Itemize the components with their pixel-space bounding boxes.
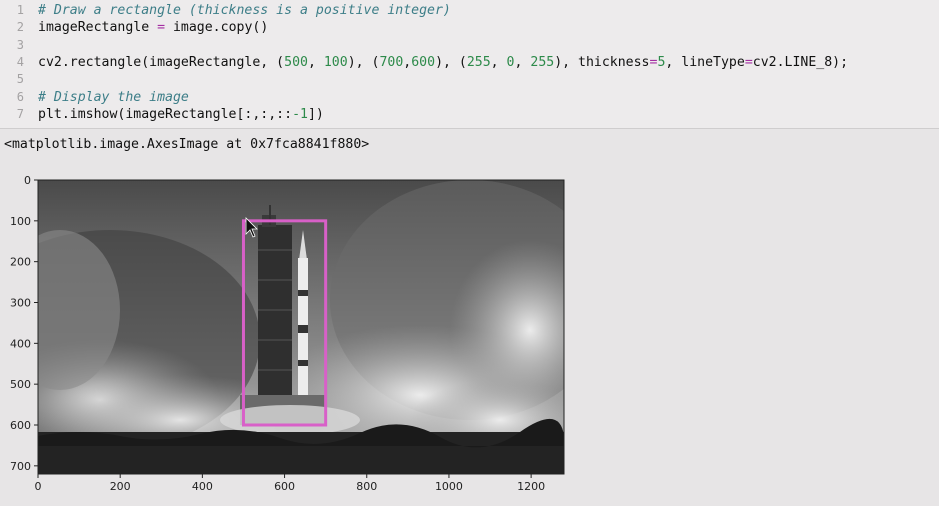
code-text: plt.imshow(imageRectangle[:,:,::-1]) [38, 106, 324, 123]
code-token: 0 [506, 54, 515, 70]
output-text: <matplotlib.image.AxesImage at 0x7fca884… [4, 137, 370, 152]
code-token: # Draw a rectangle (thickness is a posit… [38, 3, 451, 18]
rocket-launch-image [38, 180, 564, 474]
line-number: 5 [16, 72, 24, 87]
line-number: 6 [16, 89, 24, 104]
y-tick-label: 500 [10, 378, 31, 391]
code-token: cv2.LINE_8); [752, 54, 849, 70]
line-number: 3 [16, 37, 24, 52]
code-token: = [157, 20, 166, 36]
x-tick-label: 600 [274, 480, 295, 493]
x-tick-label: 0 [35, 480, 42, 493]
code-token: image.copy() [165, 20, 269, 36]
code-text: cv2.rectangle(imageRectangle, (500, 100)… [38, 54, 848, 71]
code-cell[interactable]: 1 # Draw a rectangle (thickness is a posi… [0, 0, 939, 129]
code-token: imageRectangle [38, 20, 158, 36]
y-tick-label: 600 [10, 419, 31, 432]
code-text: imageRectangle = image.copy() [38, 19, 268, 36]
code-token: 255 [466, 54, 491, 70]
code-token: , [514, 54, 531, 70]
x-tick-label: 800 [356, 480, 377, 493]
x-tick-label: 1000 [435, 480, 463, 493]
code-token: ), ( [347, 54, 380, 70]
code-token: cv2.rectangle(imageRectangle, ( [38, 54, 285, 70]
line-number: 4 [16, 54, 24, 69]
code-token: = [744, 54, 753, 70]
y-tick-label: 300 [10, 297, 31, 310]
code-token: ]) [307, 106, 324, 122]
x-axis: 0 200 400 600 800 1000 1200 [35, 474, 545, 493]
code-token: -1 [292, 106, 308, 122]
code-token: 700 [379, 54, 404, 70]
code-token: ), thickness [554, 54, 650, 70]
code-text: # Display the image [38, 89, 189, 106]
x-tick-label: 200 [110, 480, 131, 493]
code-token: 255 [530, 54, 555, 70]
line-number: 2 [16, 20, 24, 35]
line-number: 7 [16, 106, 24, 121]
y-tick-label: 200 [10, 256, 31, 269]
y-axis: 0 100 200 300 400 500 600 700 [10, 174, 38, 473]
code-token: 500 [284, 54, 308, 70]
code-token: 100 [323, 54, 348, 70]
code-token: , lineType [665, 54, 745, 70]
y-tick-label: 700 [10, 460, 31, 473]
code-token: plt.imshow(imageRectangle[:,:,:: [38, 106, 293, 122]
code-token: , [307, 54, 324, 70]
y-tick-label: 100 [10, 215, 31, 228]
y-tick-label: 400 [10, 337, 31, 350]
code-token: 600 [411, 54, 436, 70]
code-token: , [490, 54, 507, 70]
code-token: ), ( [435, 54, 467, 70]
x-tick-label: 1200 [517, 480, 545, 493]
code-token: # Display the image [38, 89, 189, 105]
y-tick-label: 0 [24, 174, 31, 187]
x-tick-label: 400 [192, 480, 213, 493]
line-number: 1 [16, 3, 24, 17]
code-text: # Draw a rectangle (thickness is a posit… [38, 2, 451, 19]
plot-figure: 0 200 400 600 800 1000 1200 0 100 200 300 400 500 60… [10, 174, 565, 493]
